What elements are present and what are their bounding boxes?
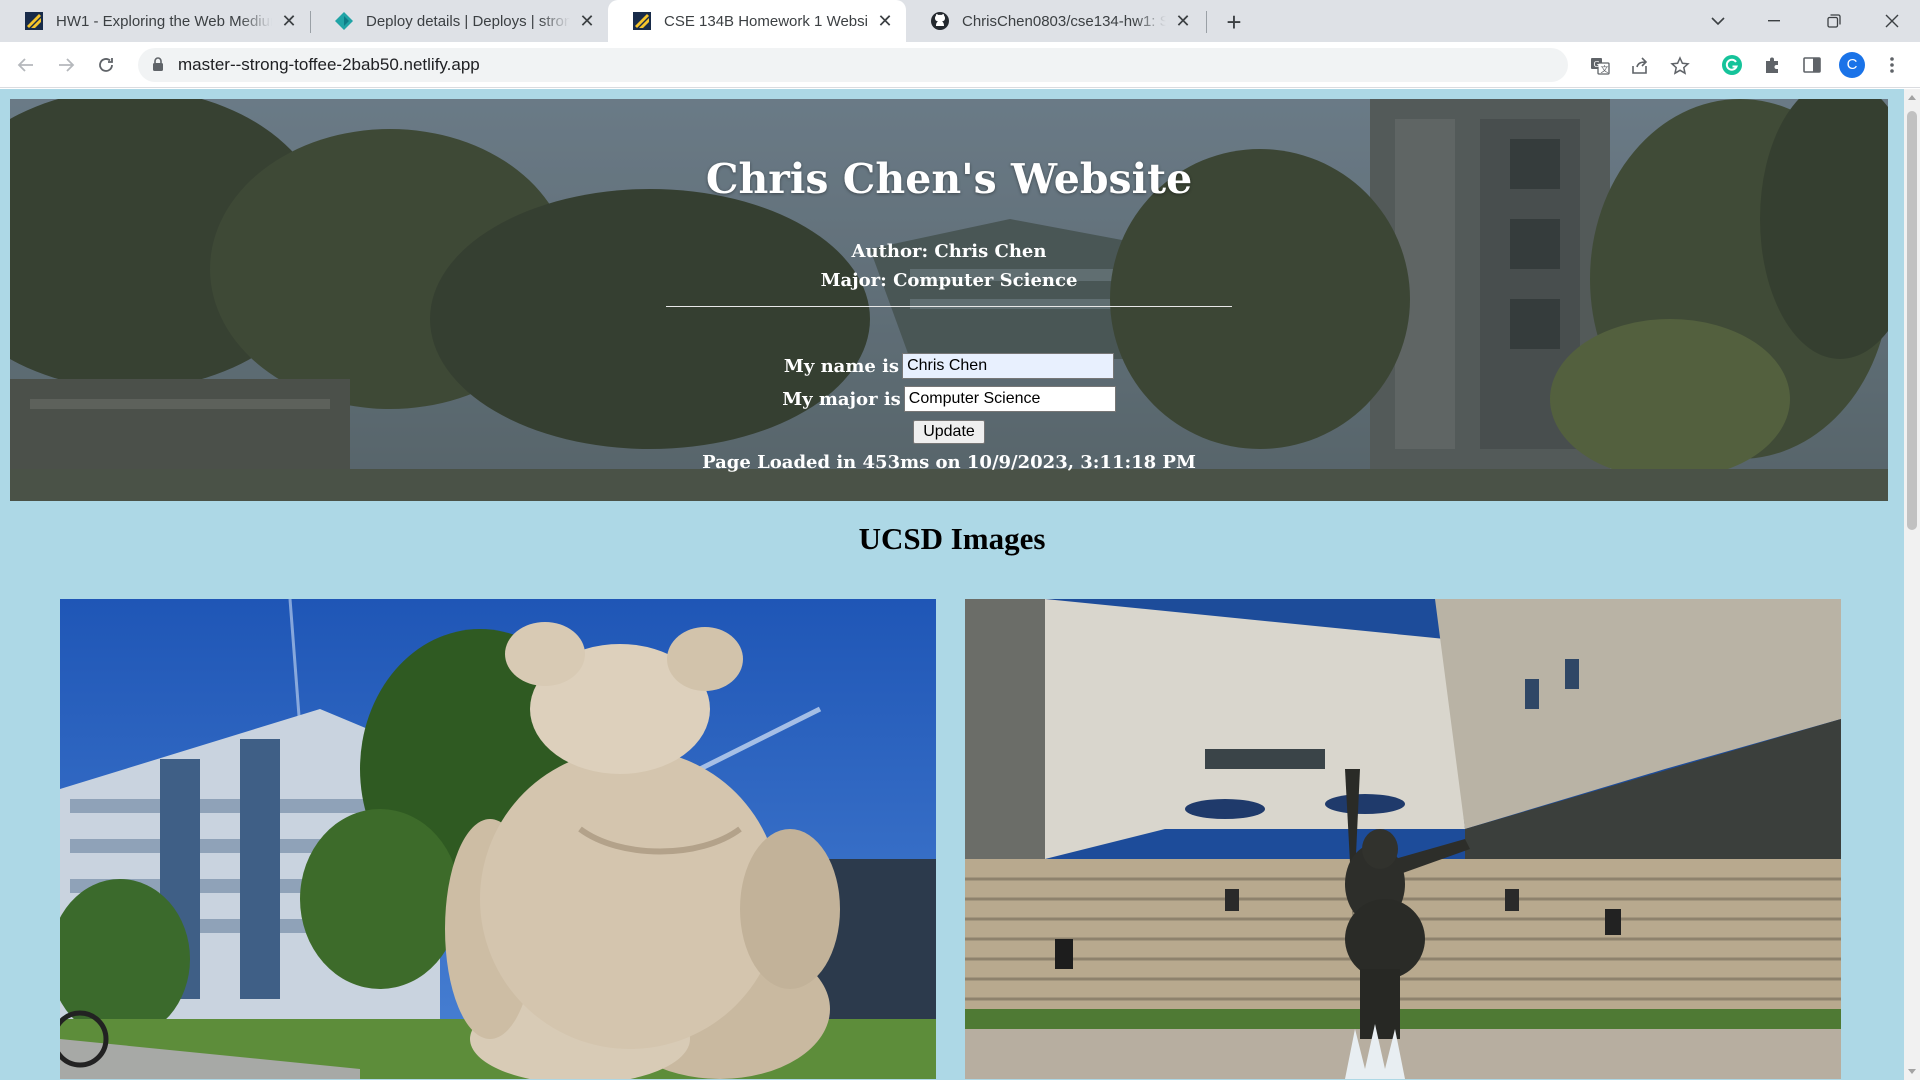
major-line: Major: Computer Science bbox=[820, 270, 1078, 291]
reload-icon bbox=[99, 58, 113, 72]
reload-button[interactable] bbox=[88, 47, 124, 83]
scroll-down-arrow-icon[interactable] bbox=[1908, 1069, 1916, 1074]
arrow-right-icon bbox=[59, 58, 75, 72]
page-viewport: Chris Chen's Website Author: Chris Chen … bbox=[0, 89, 1904, 1080]
profile-initial: C bbox=[1846, 56, 1858, 73]
section-title: UCSD Images bbox=[858, 521, 1046, 556]
tab-title: HW1 - Exploring the Web Medium bbox=[56, 12, 272, 30]
close-icon bbox=[1885, 14, 1899, 28]
close-icon[interactable]: ✕ bbox=[1172, 10, 1194, 32]
name-form-row: My name is bbox=[10, 353, 1888, 379]
page-load-time: Page Loaded in 453ms on 10/9/2023, 3:11:… bbox=[702, 452, 1196, 473]
tab-cse134b-homework[interactable]: CSE 134B Homework 1 Website ✕ bbox=[608, 0, 906, 42]
major-input[interactable] bbox=[903, 386, 1116, 412]
new-tab-button[interactable]: + bbox=[1218, 6, 1250, 38]
sun-god-bear-photo bbox=[60, 599, 936, 1079]
chevron-down-icon bbox=[1711, 17, 1725, 26]
side-panel-icon[interactable] bbox=[1798, 51, 1826, 79]
major-label: My major is bbox=[782, 388, 901, 410]
tab-deploy-details[interactable]: Deploy details | Deploys | strong-toffee… bbox=[310, 0, 608, 42]
bookmark-star-icon[interactable] bbox=[1670, 56, 1690, 76]
major-form-row: My major is bbox=[10, 386, 1888, 412]
svg-text:文: 文 bbox=[1601, 64, 1609, 74]
tab-title: Deploy details | Deploys | strong-toffee bbox=[366, 12, 570, 30]
name-input[interactable] bbox=[902, 353, 1115, 379]
ucsd-favicon-icon bbox=[632, 11, 652, 31]
close-icon[interactable]: ✕ bbox=[278, 10, 300, 32]
grammarly-extension-icon[interactable] bbox=[1718, 51, 1746, 79]
tab-hw1[interactable]: HW1 - Exploring the Web Medium ✕ bbox=[0, 0, 310, 42]
site-title: Chris Chen's Website bbox=[705, 155, 1193, 203]
share-icon[interactable] bbox=[1630, 56, 1650, 76]
extensions-puzzle-icon[interactable] bbox=[1758, 51, 1786, 79]
browser-toolbar: master--strong-toffee-2bab50.netlify.app… bbox=[0, 42, 1920, 88]
close-window-button[interactable] bbox=[1864, 0, 1920, 42]
restore-button[interactable] bbox=[1806, 0, 1862, 42]
url-text: master--strong-toffee-2bab50.netlify.app bbox=[178, 55, 480, 74]
tab-separator bbox=[1206, 11, 1207, 33]
header-content: Chris Chen's Website Author: Chris Chen … bbox=[10, 99, 1888, 501]
name-label: My name is bbox=[783, 355, 900, 377]
github-favicon-icon bbox=[930, 11, 950, 31]
triton-statue-photo bbox=[965, 599, 1841, 1079]
restore-icon bbox=[1827, 14, 1841, 28]
page-scrollbar[interactable] bbox=[1904, 89, 1920, 1080]
site-header: Chris Chen's Website Author: Chris Chen … bbox=[10, 99, 1888, 501]
author-line: Author: Chris Chen bbox=[851, 241, 1047, 262]
ucsd-favicon-icon bbox=[24, 11, 44, 31]
scrollbar-thumb[interactable] bbox=[1907, 111, 1917, 530]
more-vert-icon bbox=[1890, 57, 1894, 73]
scroll-up-arrow-icon[interactable] bbox=[1908, 95, 1916, 100]
minimize-icon bbox=[1768, 20, 1780, 22]
arrow-left-icon bbox=[17, 58, 33, 72]
close-icon[interactable]: ✕ bbox=[576, 10, 598, 32]
profile-avatar[interactable]: C bbox=[1838, 51, 1866, 79]
tab-title: CSE 134B Homework 1 Website bbox=[664, 12, 868, 30]
tab-github-repo[interactable]: ChrisChen0803/cse134-hw1: Sample ✕ bbox=[906, 0, 1204, 42]
back-button[interactable] bbox=[8, 47, 44, 83]
address-bar[interactable]: master--strong-toffee-2bab50.netlify.app… bbox=[138, 48, 1690, 82]
translate-icon[interactable]: G文 bbox=[1590, 56, 1610, 76]
tab-strip: HW1 - Exploring the Web Medium ✕ Deploy … bbox=[0, 0, 1920, 42]
minimize-button[interactable] bbox=[1746, 0, 1802, 42]
update-button[interactable]: Update bbox=[913, 420, 985, 444]
header-divider bbox=[666, 306, 1232, 307]
svg-text:G: G bbox=[1594, 60, 1600, 69]
netlify-favicon-icon bbox=[334, 11, 354, 31]
tab-title: ChrisChen0803/cse134-hw1: Sample bbox=[962, 12, 1166, 30]
tab-search-button[interactable] bbox=[1690, 0, 1746, 42]
forward-button[interactable] bbox=[48, 47, 84, 83]
lock-icon bbox=[153, 57, 163, 71]
browser-menu-button[interactable] bbox=[1878, 51, 1906, 79]
close-icon[interactable]: ✕ bbox=[874, 10, 896, 32]
